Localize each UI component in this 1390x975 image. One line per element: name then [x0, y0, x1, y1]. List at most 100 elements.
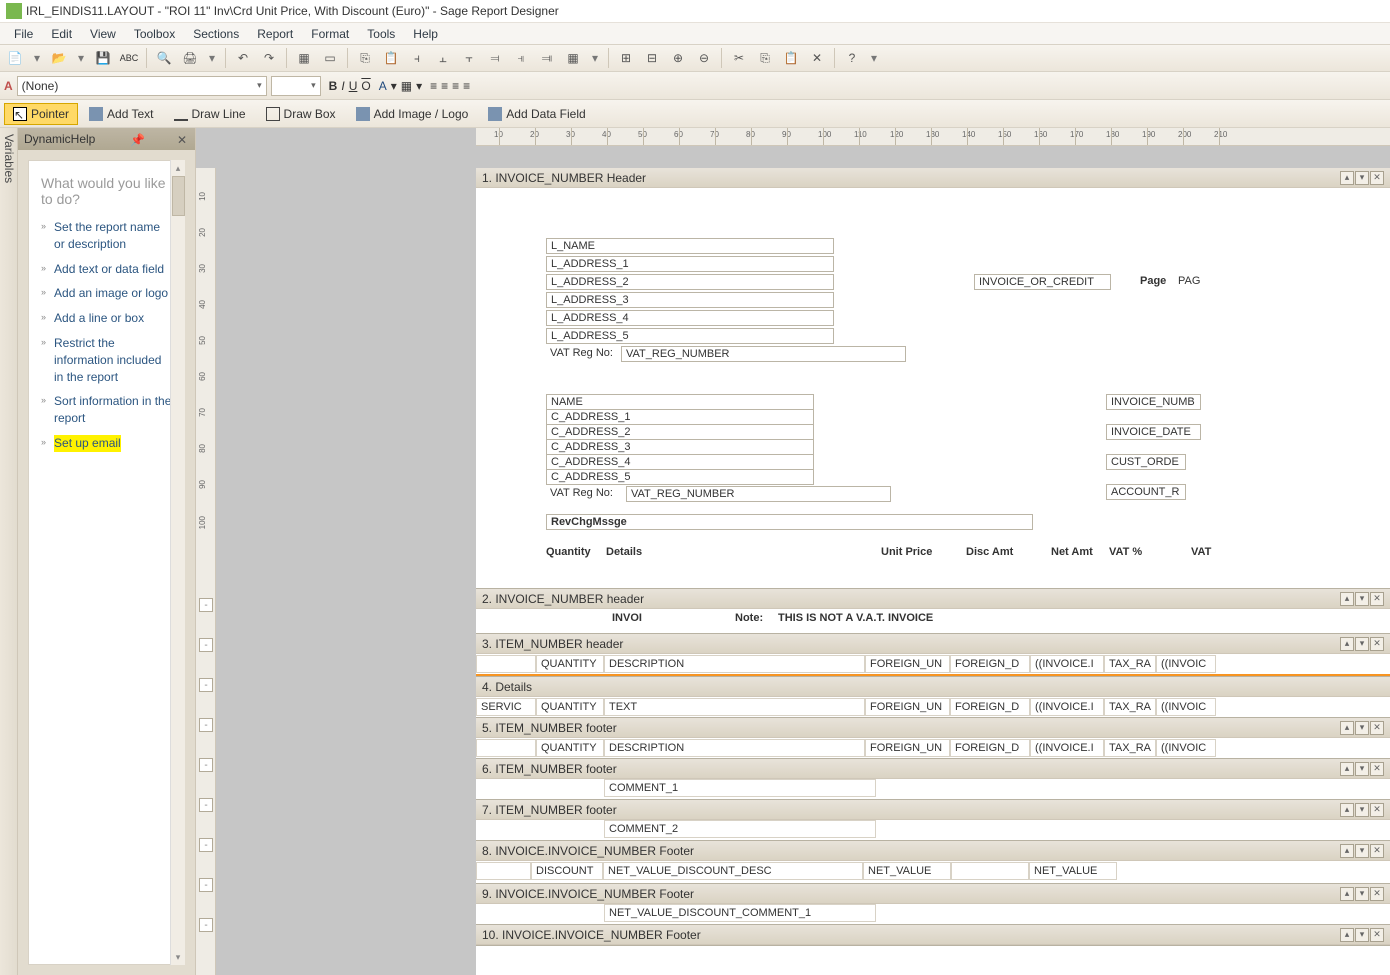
- section-close-icon[interactable]: ✕: [1370, 844, 1384, 858]
- field-l-addr2[interactable]: L_ADDRESS_2: [546, 274, 834, 290]
- cell-qty[interactable]: QUANTITY: [536, 739, 604, 757]
- add-text-tool[interactable]: Add Text: [80, 103, 162, 125]
- paste-button[interactable]: 📋: [380, 47, 402, 69]
- field-rev-chg-msg[interactable]: RevChgMssge: [546, 514, 1033, 530]
- text-align-left-button[interactable]: ≡: [430, 79, 437, 93]
- cell-tax[interactable]: TAX_RA: [1104, 698, 1156, 716]
- section-up-icon[interactable]: ▴: [1340, 721, 1354, 735]
- section-toggle[interactable]: -: [199, 718, 213, 732]
- section-close-icon[interactable]: ✕: [1370, 762, 1384, 776]
- pin-icon[interactable]: 📌: [130, 133, 142, 145]
- section-toggle[interactable]: -: [199, 918, 213, 932]
- fillcolor-dd[interactable]: ▾: [416, 79, 422, 93]
- cell-discount[interactable]: DISCOUNT: [531, 862, 603, 880]
- section-header[interactable]: 6. ITEM_NUMBER footer▴▾✕: [476, 759, 1390, 779]
- section-toggle[interactable]: -: [199, 838, 213, 852]
- scroll-down-icon[interactable]: ▾: [171, 949, 185, 965]
- field-invoice-or-credit[interactable]: INVOICE_OR_CREDIT: [974, 274, 1111, 290]
- section-down-icon[interactable]: ▾: [1355, 592, 1369, 606]
- help-link-add-text[interactable]: Add text or data field: [54, 261, 164, 278]
- section-header[interactable]: 7. ITEM_NUMBER footer▴▾✕: [476, 800, 1390, 820]
- cell-foreign-un[interactable]: FOREIGN_UN: [865, 739, 950, 757]
- help-link-email[interactable]: Set up email: [54, 435, 121, 452]
- menu-report[interactable]: Report: [249, 25, 301, 43]
- field-l-addr3[interactable]: L_ADDRESS_3: [546, 292, 834, 308]
- section-up-icon[interactable]: ▴: [1340, 803, 1354, 817]
- pointer-tool[interactable]: ↖Pointer: [4, 103, 78, 125]
- report-page[interactable]: 1. INVOICE_NUMBER Header ▴▾✕ L_NAME L_AD…: [476, 168, 1390, 975]
- section-toggle[interactable]: -: [199, 638, 213, 652]
- section-down-icon[interactable]: ▾: [1355, 762, 1369, 776]
- fillcolor-button[interactable]: ▦: [401, 79, 412, 93]
- section-toggle[interactable]: -: [199, 798, 213, 812]
- menu-view[interactable]: View: [82, 25, 124, 43]
- help-scrollbar[interactable]: ▴ ▾: [170, 160, 185, 965]
- section-body[interactable]: SERVICQUANTITYTEXTFOREIGN_UNFOREIGN_D((I…: [476, 697, 1390, 717]
- section-close-icon[interactable]: ✕: [1370, 803, 1384, 817]
- open-button[interactable]: 📂: [48, 47, 70, 69]
- section-down-icon[interactable]: ▾: [1355, 721, 1369, 735]
- cell-net-value2[interactable]: NET_VALUE: [1029, 862, 1117, 880]
- underline-button[interactable]: U: [349, 79, 358, 93]
- grid-button[interactable]: ▦: [562, 47, 584, 69]
- section-body[interactable]: DISCOUNT NET_VALUE_DISCOUNT_DESC NET_VAL…: [476, 861, 1390, 883]
- section-up-icon[interactable]: ▴: [1340, 637, 1354, 651]
- italic-button[interactable]: I: [341, 79, 344, 93]
- section-close-icon[interactable]: ✕: [1370, 928, 1384, 942]
- section-body[interactable]: COMMENT_1: [476, 779, 1390, 799]
- print-button[interactable]: 🖨: [179, 47, 201, 69]
- cell-tax[interactable]: TAX_RA: [1104, 739, 1156, 757]
- ungroup-button[interactable]: ⊟: [641, 47, 663, 69]
- section-toggle[interactable]: -: [199, 758, 213, 772]
- page-setup-button[interactable]: ▭: [319, 47, 341, 69]
- cell-tax[interactable]: TAX_RA: [1104, 655, 1156, 673]
- field-account-ref[interactable]: ACCOUNT_R: [1106, 484, 1186, 500]
- section-close-icon[interactable]: ✕: [1370, 721, 1384, 735]
- field-vat-reg2[interactable]: VAT_REG_NUMBER: [626, 486, 891, 502]
- section-up-icon[interactable]: ▴: [1340, 844, 1354, 858]
- cell-foreign-d[interactable]: FOREIGN_D: [950, 698, 1030, 716]
- section-body[interactable]: QUANTITYDESCRIPTIONFOREIGN_UNFOREIGN_D((…: [476, 654, 1390, 676]
- cell-invoice[interactable]: ((INVOICE.I: [1030, 655, 1104, 673]
- field-invoi[interactable]: INVOI: [608, 611, 646, 625]
- section-header[interactable]: 1. INVOICE_NUMBER Header ▴▾✕: [476, 168, 1390, 188]
- field-l-addr1[interactable]: L_ADDRESS_1: [546, 256, 834, 272]
- cell-text[interactable]: TEXT: [604, 698, 865, 716]
- help-link-restrict[interactable]: Restrict the information included in the…: [54, 335, 172, 385]
- section-down-icon[interactable]: ▾: [1355, 803, 1369, 817]
- text-align-center-button[interactable]: ≡: [441, 79, 448, 93]
- cell-qty[interactable]: QUANTITY: [536, 655, 604, 673]
- section-close-icon[interactable]: ✕: [1370, 637, 1384, 651]
- cell-invoice[interactable]: ((INVOICE.I: [1030, 698, 1104, 716]
- label-vat-reg[interactable]: VAT Reg No:: [546, 346, 617, 360]
- section-down-icon[interactable]: ▾: [1355, 637, 1369, 651]
- draw-line-tool[interactable]: Draw Line: [165, 103, 255, 125]
- cell-discount-desc[interactable]: NET_VALUE_DISCOUNT_DESC: [603, 862, 863, 880]
- cell-desc[interactable]: DESCRIPTION: [604, 655, 865, 673]
- cell-foreign-un[interactable]: FOREIGN_UN: [865, 698, 950, 716]
- cell-invoice2[interactable]: ((INVOIC: [1156, 739, 1216, 757]
- menu-help[interactable]: Help: [405, 25, 446, 43]
- cell-qty[interactable]: QUANTITY: [536, 698, 604, 716]
- help-link-add-line[interactable]: Add a line or box: [54, 310, 144, 327]
- print-dd[interactable]: ▾: [205, 47, 219, 69]
- section-header[interactable]: 2. INVOICE_NUMBER header▴▾✕: [476, 589, 1390, 609]
- section-header[interactable]: 9. INVOICE.INVOICE_NUMBER Footer▴▾✕: [476, 884, 1390, 904]
- section-body[interactable]: NET_VALUE_DISCOUNT_COMMENT_1: [476, 904, 1390, 924]
- overline-button[interactable]: O: [361, 79, 370, 93]
- cell-invoice[interactable]: ((INVOICE.I: [1030, 739, 1104, 757]
- align-left-button[interactable]: ⫞: [406, 47, 428, 69]
- draw-box-tool[interactable]: Draw Box: [257, 103, 345, 125]
- align-bottom-button[interactable]: ⫥: [536, 47, 558, 69]
- field-l-addr5[interactable]: L_ADDRESS_5: [546, 328, 834, 344]
- textcolor-dd[interactable]: ▾: [391, 79, 397, 93]
- delete-button[interactable]: ✕: [806, 47, 828, 69]
- new-dd[interactable]: ▾: [30, 47, 44, 69]
- section-up-icon[interactable]: ▴: [1340, 887, 1354, 901]
- menu-toolbox[interactable]: Toolbox: [126, 25, 183, 43]
- copy-button[interactable]: ⎘: [354, 47, 376, 69]
- cell-invoice2[interactable]: ((INVOIC: [1156, 698, 1216, 716]
- label-page[interactable]: Page: [1136, 274, 1170, 288]
- cell-desc[interactable]: DESCRIPTION: [604, 739, 865, 757]
- field-c-addr1[interactable]: C_ADDRESS_1: [546, 409, 814, 425]
